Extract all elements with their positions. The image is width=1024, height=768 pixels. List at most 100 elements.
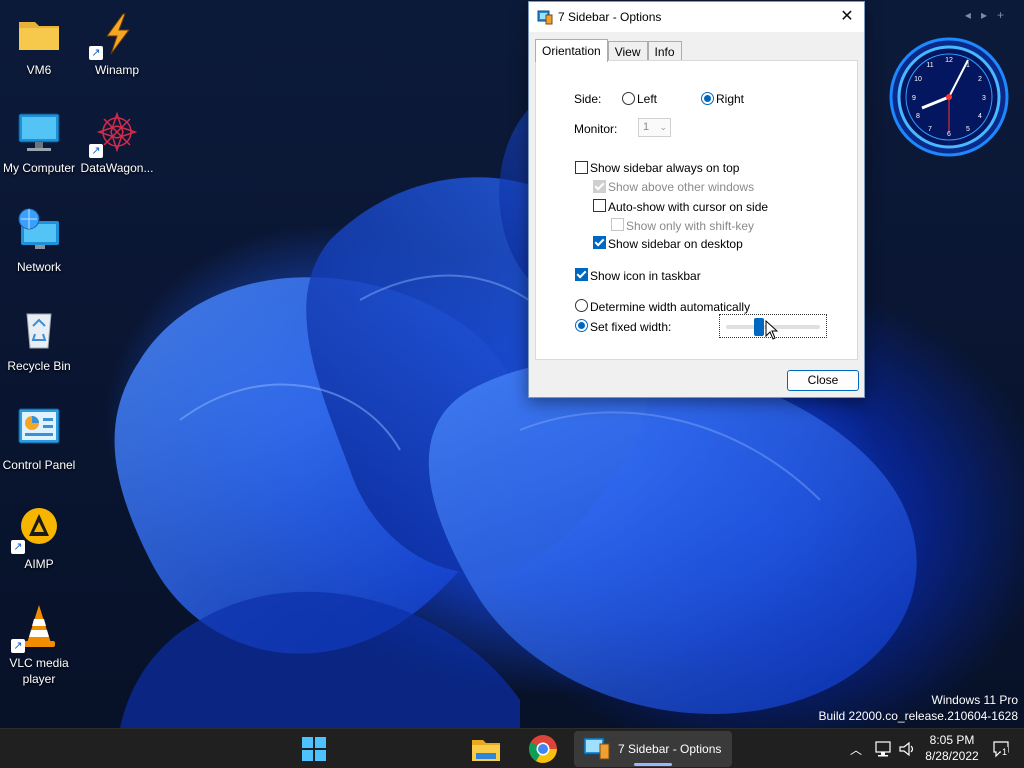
desktop-icon-vlc[interactable]: ↗ VLC media player [0,603,78,687]
desktop-icon-aimp[interactable]: ↗ AIMP [0,504,78,572]
side-left-label[interactable]: Left [637,92,657,106]
orientation-panel: Side: Left Right Monitor: 1 ⌄ Show sideb… [535,60,858,360]
network-tray-icon[interactable] [874,740,892,758]
taskbar-chrome[interactable] [527,733,559,765]
side-left-radio[interactable] [622,92,635,105]
shortcut-arrow-icon: ↗ [11,540,25,554]
width-auto-label[interactable]: Determine width automatically [590,300,750,314]
file-explorer-icon [472,740,500,761]
sidebar-add-icon[interactable]: + [997,8,1014,22]
desktop-icon-label: Control Panel [2,458,76,472]
desktop-icon-datawagon[interactable]: ↗ DataWagon... [78,108,156,176]
datawagon-icon: ↗ [89,108,141,158]
svg-text:6: 6 [947,131,951,138]
windows-logo-icon [302,737,326,761]
tab-info[interactable]: Info [647,41,682,62]
active-indicator [634,763,672,766]
control-panel-icon [15,405,63,453]
desktop-icon-winamp[interactable]: ↗ Winamp [78,10,156,78]
sidebar-app-icon [583,737,610,760]
tab-view[interactable]: View [607,41,648,62]
network-icon [15,207,63,255]
volume-icon[interactable] [898,740,916,758]
windows-watermark: Windows 11 Pro Build 22000.co_release.21… [819,692,1019,724]
vlc-cone-icon: ↗ [11,603,63,653]
desktop-icon-label: DataWagon... [80,161,154,175]
tab-orientation[interactable]: Orientation [535,39,608,62]
options-dialog: 7 Sidebar - Options ✕ Orientation View I… [528,1,865,398]
show-on-desktop-label[interactable]: Show sidebar on desktop [608,237,743,251]
side-right-label[interactable]: Right [716,92,744,106]
sidebar-app-icon [537,9,553,25]
show-above-label: Show above other windows [608,180,755,194]
svg-text:7: 7 [928,126,932,133]
show-taskbar-icon-checkbox[interactable] [575,268,588,281]
desktop-icon-label: VM6 [26,63,52,77]
taskbar-sidebar-options[interactable]: 7 Sidebar - Options [574,731,732,767]
mouse-cursor-icon [765,320,779,340]
aimp-icon: ↗ [11,504,63,554]
side-right-radio[interactable] [701,92,714,105]
taskbar-file-explorer[interactable] [470,733,502,765]
monitor-select[interactable]: 1 ⌄ [638,118,671,137]
desktop-icon-label: My Computer [2,161,76,175]
sidebar-controls: ◂▸+ [965,8,1014,22]
monitor-label: Monitor: [574,122,618,136]
notification-count: 1 [1001,747,1009,757]
taskbar-time: 8:05 PM [929,733,975,747]
auto-show-checkbox[interactable] [593,199,606,212]
show-on-desktop-checkbox[interactable] [593,236,606,249]
show-taskbar-icon-label[interactable]: Show icon in taskbar [590,269,701,283]
slider-thumb[interactable] [753,318,764,336]
svg-text:4: 4 [978,113,982,120]
desktop-icon-network[interactable]: Network [0,207,78,275]
shift-key-label: Show only with shift-key [626,219,755,233]
always-on-top-checkbox[interactable] [575,161,588,174]
taskbar: 7 Sidebar - Options ︿ 8:05 PM 8/28/2022 … [0,728,1024,768]
sidebar-prev-icon[interactable]: ◂ [965,8,981,22]
desktop-icon-label: VLC media player [9,656,69,686]
start-button[interactable] [298,733,330,765]
width-auto-radio[interactable] [575,299,588,312]
taskbar-clock[interactable]: 8:05 PM 8/28/2022 [922,732,982,764]
side-label: Side: [574,92,602,106]
watermark-edition: Windows 11 Pro [931,693,1018,707]
svg-text:2: 2 [978,76,982,83]
clock-gadget[interactable]: 12 1 2 345 678 9 10 11 [888,36,1010,158]
close-button[interactable]: Close [787,370,859,391]
desktop-icon-my-computer[interactable]: My Computer [0,108,78,176]
notification-button[interactable]: 1 [992,739,1012,759]
svg-text:8: 8 [916,113,920,120]
taskbar-date: 8/28/2022 [925,749,979,763]
chevron-down-icon: ⌄ [659,122,667,132]
desktop-icon-label: Network [16,260,61,274]
dialog-title: 7 Sidebar - Options [558,10,662,24]
shortcut-arrow-icon: ↗ [89,46,103,60]
monitor-icon [15,108,63,156]
chrome-icon [529,735,557,763]
recycle-bin-icon [15,306,63,354]
svg-text:9: 9 [912,95,916,102]
monitor-value: 1 [643,121,650,133]
chevron-up-icon[interactable]: ︿ [850,741,862,758]
auto-show-label[interactable]: Auto-show with cursor on side [608,200,768,214]
winamp-icon: ↗ [89,10,141,60]
desktop-icon-recycle-bin[interactable]: Recycle Bin [0,306,78,374]
width-fixed-radio[interactable] [575,319,588,332]
shortcut-arrow-icon: ↗ [11,639,25,653]
dialog-titlebar[interactable]: 7 Sidebar - Options ✕ [529,2,864,32]
taskbar-window-label: 7 Sidebar - Options [618,742,722,756]
close-icon[interactable]: ✕ [836,6,858,28]
desktop: VM6 ↗ Winamp My Computer ↗ DataWagon... … [0,0,1024,728]
desktop-icon-label: Recycle Bin [7,359,71,373]
svg-text:3: 3 [982,95,986,102]
shift-key-checkbox [611,218,624,231]
sidebar-next-icon[interactable]: ▸ [981,8,997,22]
folder-icon [15,10,63,58]
desktop-icon-label: Winamp [94,63,139,77]
desktop-icon-control-panel[interactable]: Control Panel [0,405,78,473]
desktop-icon-vm6[interactable]: VM6 [0,10,78,78]
watermark-build: Build 22000.co_release.210604-1628 [818,709,1019,723]
width-fixed-label[interactable]: Set fixed width: [590,320,671,334]
always-on-top-label[interactable]: Show sidebar always on top [590,161,739,175]
